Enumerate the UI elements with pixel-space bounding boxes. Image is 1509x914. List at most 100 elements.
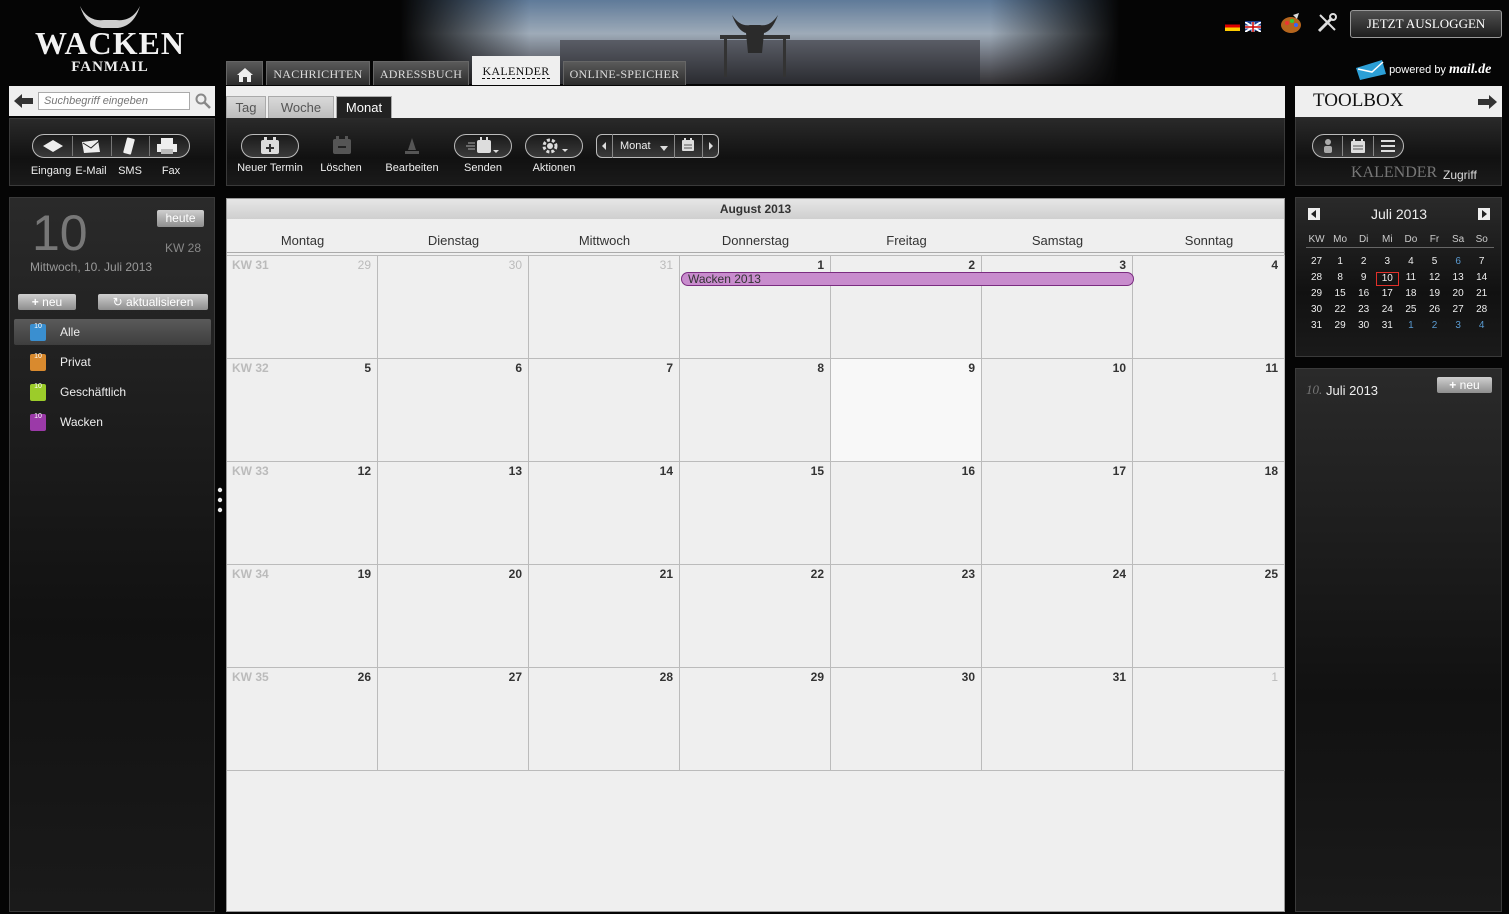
minical-day[interactable]: 25 xyxy=(1399,304,1422,315)
minical-day[interactable]: 15 xyxy=(1329,288,1352,299)
day-cell[interactable]: 27 xyxy=(378,668,529,771)
minical-day[interactable]: 20 xyxy=(1447,288,1470,299)
day-cell[interactable]: 7 xyxy=(529,359,680,462)
view-tab-week[interactable]: Woche xyxy=(268,96,334,118)
new-calendar-button[interactable]: + neu xyxy=(18,294,76,310)
day-cell[interactable]: 22 xyxy=(680,565,831,668)
view-tab-month[interactable]: Monat xyxy=(336,96,392,118)
day-cell[interactable]: 6 xyxy=(378,359,529,462)
day-cell[interactable]: 20 xyxy=(378,565,529,668)
agenda-new-button[interactable]: + neu xyxy=(1437,377,1492,393)
day-cell[interactable]: 4 xyxy=(1133,256,1285,359)
send-button[interactable] xyxy=(454,134,512,158)
day-cell[interactable]: 8 xyxy=(680,359,831,462)
day-cell[interactable]: 14 xyxy=(529,462,680,565)
minical-day[interactable]: 10 xyxy=(1375,272,1399,286)
minical-day[interactable]: 1 xyxy=(1329,256,1352,267)
minical-day[interactable]: 28 xyxy=(1470,304,1493,315)
actions-button[interactable] xyxy=(525,134,583,158)
minical-day[interactable]: 4 xyxy=(1470,320,1493,331)
minical-day[interactable]: 21 xyxy=(1470,288,1493,299)
tab-kalender[interactable]: KALENDER xyxy=(472,56,560,85)
collapse-arrow-icon[interactable] xyxy=(1477,94,1497,110)
calendar-list-item-privat[interactable]: Privat xyxy=(14,344,211,375)
view-select[interactable]: Monat xyxy=(620,140,651,152)
day-cell[interactable]: 30 xyxy=(378,256,529,359)
minical-day[interactable]: 17 xyxy=(1376,288,1399,299)
minical-day[interactable]: 5 xyxy=(1423,256,1446,267)
edit-label[interactable]: Bearbeiten xyxy=(380,162,444,174)
prev-period-icon[interactable] xyxy=(600,140,608,152)
minical-day[interactable]: 27 xyxy=(1447,304,1470,315)
mobile-phone-icon[interactable] xyxy=(122,137,136,155)
day-cell[interactable]: 23 xyxy=(831,565,982,668)
minical-day[interactable]: 3 xyxy=(1447,320,1470,331)
minical-day[interactable]: 31 xyxy=(1376,320,1399,331)
minical-day[interactable]: 12 xyxy=(1423,272,1446,283)
minical-day[interactable]: 8 xyxy=(1329,272,1352,283)
day-cell[interactable]: 28 xyxy=(529,668,680,771)
minical-next-icon[interactable] xyxy=(1478,208,1490,220)
actions-label[interactable]: Aktionen xyxy=(522,162,586,174)
search-input[interactable] xyxy=(38,92,190,110)
day-cell[interactable]: 13 xyxy=(378,462,529,565)
tab-home[interactable] xyxy=(226,61,263,85)
day-cell[interactable]: 15 xyxy=(680,462,831,565)
tools-icon[interactable] xyxy=(1316,12,1338,34)
search-icon[interactable] xyxy=(195,93,211,109)
calendar-list-item-geschaeftlich[interactable]: Geschäftlich xyxy=(14,374,211,405)
day-cell[interactable]: 17 xyxy=(982,462,1133,565)
fax-printer-icon[interactable] xyxy=(156,137,178,155)
day-cell[interactable]: KW 33 12 xyxy=(227,462,378,565)
minical-day[interactable]: 16 xyxy=(1352,288,1375,299)
minical-day[interactable]: 11 xyxy=(1399,272,1422,283)
back-arrow-icon[interactable] xyxy=(14,93,34,109)
minical-day[interactable]: 14 xyxy=(1470,272,1493,283)
day-cell[interactable]: 11 xyxy=(1133,359,1285,462)
day-cell[interactable]: 21 xyxy=(529,565,680,668)
day-cell[interactable]: 9 xyxy=(831,359,982,462)
day-cell[interactable]: 31 xyxy=(982,668,1133,771)
refresh-button[interactable]: ↻ aktualisieren xyxy=(98,294,208,310)
quick-email-label[interactable]: E-Mail xyxy=(72,165,110,177)
palette-icon[interactable] xyxy=(1279,13,1303,35)
view-tab-day[interactable]: Tag xyxy=(226,96,266,118)
minical-prev-icon[interactable] xyxy=(1308,208,1320,220)
inbox-tray-icon[interactable] xyxy=(42,138,64,154)
minical-day[interactable]: 18 xyxy=(1399,288,1422,299)
delete-calendar-icon[interactable] xyxy=(332,135,352,155)
minical-day[interactable]: 24 xyxy=(1376,304,1399,315)
quick-eingang-label[interactable]: Eingang xyxy=(30,165,72,177)
email-envelope-icon[interactable] xyxy=(80,138,102,154)
day-cell[interactable]: 25 xyxy=(1133,565,1285,668)
resize-handle-icon[interactable] xyxy=(217,486,223,514)
minical-day[interactable]: 2 xyxy=(1352,256,1375,267)
day-cell[interactable]: 30 xyxy=(831,668,982,771)
calendar-list-item-alle[interactable]: Alle xyxy=(14,314,211,345)
list-icon[interactable] xyxy=(1380,138,1396,154)
send-label[interactable]: Senden xyxy=(452,162,514,174)
minical-day[interactable]: 6 xyxy=(1447,256,1470,267)
quick-sms-label[interactable]: SMS xyxy=(111,165,149,177)
minical-day[interactable]: 29 xyxy=(1329,320,1352,331)
next-period-icon[interactable] xyxy=(707,140,715,152)
minical-day[interactable]: 23 xyxy=(1352,304,1375,315)
new-appointment-button[interactable] xyxy=(241,134,299,158)
day-cell[interactable]: 10 xyxy=(982,359,1133,462)
day-cell[interactable]: KW 31 29 xyxy=(227,256,378,359)
minical-day[interactable]: 1 xyxy=(1399,320,1422,331)
minical-day[interactable]: 2 xyxy=(1423,320,1446,331)
calendar-list-item-wacken[interactable]: Wacken xyxy=(14,404,211,435)
day-cell[interactable]: 16 xyxy=(831,462,982,565)
day-cell[interactable]: KW 34 19 xyxy=(227,565,378,668)
day-cell[interactable]: 29 xyxy=(680,668,831,771)
event-wacken-2013[interactable]: Wacken 2013 xyxy=(681,272,1134,286)
logout-button[interactable]: JETZT AUSLOGGEN xyxy=(1350,10,1502,38)
tab-online-speicher[interactable]: ONLINE-SPEICHER xyxy=(563,61,686,85)
delete-label[interactable]: Löschen xyxy=(311,162,371,174)
date-picker-icon[interactable] xyxy=(681,138,695,152)
tab-nachrichten[interactable]: NACHRICHTEN xyxy=(266,61,370,85)
flag-de-icon[interactable] xyxy=(1225,21,1240,31)
today-button[interactable]: heute xyxy=(157,210,204,227)
minical-day[interactable]: 3 xyxy=(1376,256,1399,267)
